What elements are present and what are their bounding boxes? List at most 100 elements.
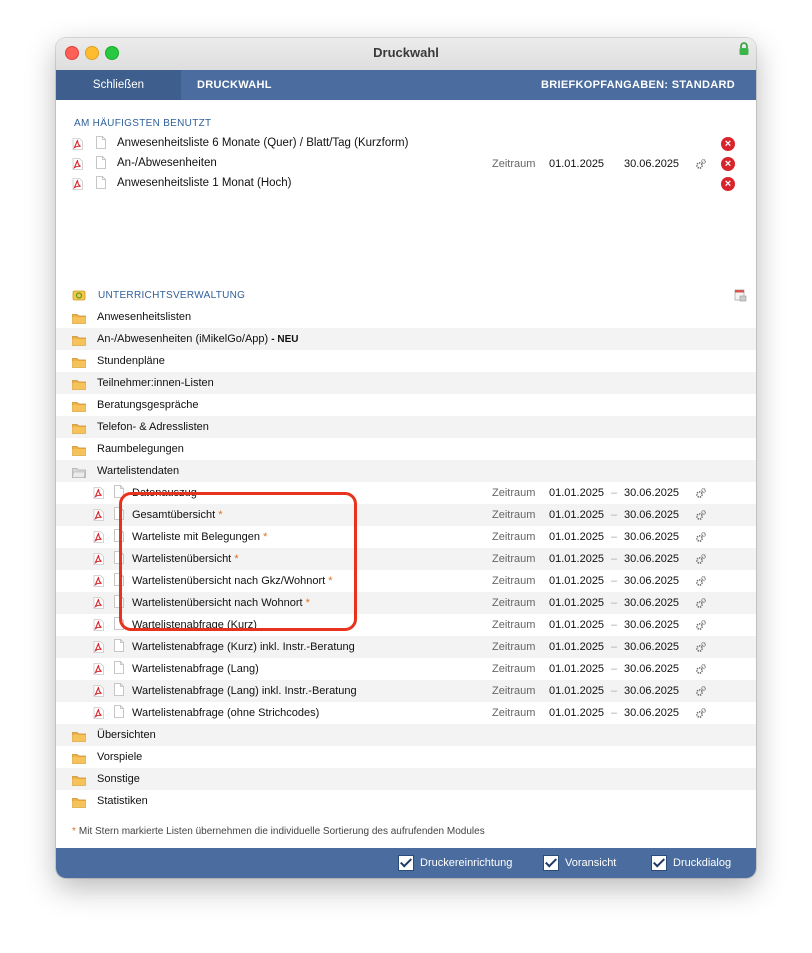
folder-name: Stundenpläne bbox=[97, 355, 165, 367]
report-row[interactable]: Wartelistenabfrage (ohne Strichcodes) Zei… bbox=[56, 702, 756, 724]
checkbox-checked-icon[interactable] bbox=[543, 855, 559, 871]
date-to[interactable]: 30.06.2025 bbox=[624, 641, 679, 653]
date-from[interactable]: 01.01.2025 bbox=[549, 553, 604, 565]
report-row[interactable]: Warteliste mit Belegungen * Zeitraum 01.01… bbox=[56, 526, 756, 548]
date-from[interactable]: 01.01.2025 bbox=[549, 685, 604, 697]
gear-icon[interactable] bbox=[695, 531, 707, 543]
folder-row[interactable]: An-/Abwesenheiten (iMikelGo/App) - NEU bbox=[56, 328, 756, 350]
folder-icon bbox=[72, 421, 86, 439]
date-from[interactable]: 01.01.2025 bbox=[549, 619, 604, 631]
remove-favorite-icon[interactable]: × bbox=[721, 177, 735, 191]
report-row[interactable]: Datenauszug Zeitraum 01.01.2025–30.06.2025 bbox=[56, 482, 756, 504]
calendar-print-icon[interactable] bbox=[733, 288, 747, 302]
folder-row[interactable]: Beratungsgespräche bbox=[56, 394, 756, 416]
folder-row[interactable]: Raumbelegungen bbox=[56, 438, 756, 460]
date-to[interactable]: 30.06.2025 bbox=[624, 663, 679, 675]
favorite-label: Anwesenheitsliste 1 Monat (Hoch) bbox=[117, 177, 292, 189]
date-from[interactable]: 01.01.2025 bbox=[549, 531, 604, 543]
date-to[interactable]: 30.06.2025 bbox=[624, 487, 679, 499]
report-row[interactable]: Wartelistenübersicht * Zeitraum 01.01.2025… bbox=[56, 548, 756, 570]
date-from[interactable]: 01.01.2025 bbox=[549, 597, 604, 609]
date-from[interactable]: 01.01.2025 bbox=[549, 575, 604, 587]
report-row[interactable]: Wartelistenübersicht nach Wohnort * Zeitr… bbox=[56, 592, 756, 614]
folder-icon bbox=[72, 795, 86, 813]
zeitraum-label: Zeitraum bbox=[492, 619, 536, 631]
report-row[interactable]: Gesamtübersicht * Zeitraum 01.01.2025–30.0… bbox=[56, 504, 756, 526]
report-label: Wartelistenübersicht nach Gkz/Wohnort * bbox=[132, 575, 333, 587]
folder-row[interactable]: Statistiken bbox=[56, 790, 756, 812]
gear-icon[interactable] bbox=[695, 158, 707, 170]
date-from[interactable]: 01.01.2025 bbox=[549, 487, 604, 499]
gear-icon[interactable] bbox=[695, 707, 707, 719]
date-from[interactable]: 01.01.2025 bbox=[549, 158, 604, 170]
folder-name: Übersichten bbox=[97, 729, 156, 741]
report-row[interactable]: Wartelistenabfrage (Lang) Zeitraum 01.01.2… bbox=[56, 658, 756, 680]
checkbox-checked-icon[interactable] bbox=[398, 855, 414, 871]
gear-icon[interactable] bbox=[695, 619, 707, 631]
report-row[interactable]: Wartelistenabfrage (Lang) inkl. Instr.-B… bbox=[56, 680, 756, 702]
folder-row[interactable]: Vorspiele bbox=[56, 746, 756, 768]
report-row[interactable]: Wartelistenübersicht nach Gkz/Wohnort * Z… bbox=[56, 570, 756, 592]
date-to[interactable]: 30.06.2025 bbox=[624, 707, 679, 719]
folder-row[interactable]: Wartelistendaten bbox=[56, 460, 756, 482]
gear-icon[interactable] bbox=[695, 553, 707, 565]
date-to[interactable]: 30.06.2025 bbox=[624, 553, 679, 565]
checkbox-checked-icon[interactable] bbox=[651, 855, 667, 871]
zeitraum-label: Zeitraum bbox=[492, 641, 536, 653]
date-to[interactable]: 30.06.2025 bbox=[624, 531, 679, 543]
folder-row[interactable]: Sonstige bbox=[56, 768, 756, 790]
report-row[interactable]: Wartelistenabfrage (Kurz) Zeitraum 01.01.2… bbox=[56, 614, 756, 636]
remove-favorite-icon[interactable]: × bbox=[721, 157, 735, 171]
remove-favorite-icon[interactable]: × bbox=[721, 137, 735, 151]
report-label: Datenauszug bbox=[132, 487, 197, 499]
printer-setup-checkbox[interactable]: Druckereinrichtung bbox=[398, 855, 512, 871]
preview-checkbox[interactable]: Voransicht bbox=[543, 855, 616, 871]
date-from[interactable]: 01.01.2025 bbox=[549, 509, 604, 521]
zeitraum-label: Zeitraum bbox=[492, 663, 536, 675]
pdf-icon bbox=[93, 486, 104, 504]
print-dialog-checkbox[interactable]: Druckdialog bbox=[651, 855, 731, 871]
report-name: Gesamtübersicht bbox=[132, 509, 216, 521]
folder-label: Vorspiele bbox=[97, 751, 142, 763]
favorite-item[interactable]: Anwesenheitsliste 6 Monate (Quer) / Blat… bbox=[56, 134, 756, 154]
report-label: Wartelistenabfrage (ohne Strichcodes) bbox=[132, 707, 319, 719]
folder-row[interactable]: Anwesenheitslisten bbox=[56, 306, 756, 328]
folder-row[interactable]: Telefon- & Adresslisten bbox=[56, 416, 756, 438]
date-to[interactable]: 30.06.2025 bbox=[624, 619, 679, 631]
report-name: Wartelistenabfrage (Lang) inkl. Instr.-B… bbox=[132, 685, 357, 697]
letterhead-setting[interactable]: BRIEFKOPFANGABEN: STANDARD bbox=[541, 79, 735, 91]
document-icon bbox=[114, 507, 124, 525]
pdf-icon bbox=[72, 177, 83, 195]
date-to[interactable]: 30.06.2025 bbox=[624, 575, 679, 587]
gear-icon[interactable] bbox=[695, 487, 707, 499]
date-to[interactable]: 30.06.2025 bbox=[624, 597, 679, 609]
document-icon bbox=[96, 156, 106, 174]
date-from[interactable]: 01.01.2025 bbox=[549, 641, 604, 653]
date-from[interactable]: 01.01.2025 bbox=[549, 663, 604, 675]
close-button[interactable]: Schließen bbox=[56, 70, 181, 100]
folder-row[interactable]: Übersichten bbox=[56, 724, 756, 746]
favorite-item[interactable]: An-/Abwesenheiten Zeitraum 01.01.2025 30.06… bbox=[56, 154, 756, 174]
date-separator: – bbox=[611, 531, 618, 543]
unterricht-heading: UNTERRICHTSVERWALTUNG bbox=[98, 290, 246, 301]
folder-row[interactable]: Stundenpläne bbox=[56, 350, 756, 372]
date-from[interactable]: 01.01.2025 bbox=[549, 707, 604, 719]
gear-icon[interactable] bbox=[695, 685, 707, 697]
document-icon bbox=[114, 705, 124, 723]
gear-icon[interactable] bbox=[695, 575, 707, 587]
date-to[interactable]: 30.06.2025 bbox=[624, 685, 679, 697]
gear-icon[interactable] bbox=[695, 641, 707, 653]
report-name: Wartelistenübersicht nach Gkz/Wohnort bbox=[132, 575, 326, 587]
gear-icon[interactable] bbox=[695, 597, 707, 609]
report-row[interactable]: Wartelistenabfrage (Kurz) inkl. Instr.-B… bbox=[56, 636, 756, 658]
gear-icon[interactable] bbox=[695, 509, 707, 521]
report-name: Wartelistenübersicht nach Wohnort bbox=[132, 597, 303, 609]
report-label: Wartelistenübersicht nach Wohnort * bbox=[132, 597, 310, 609]
date-to[interactable]: 30.06.2025 bbox=[624, 509, 679, 521]
gear-icon[interactable] bbox=[695, 663, 707, 675]
report-label: Gesamtübersicht * bbox=[132, 509, 223, 521]
date-to[interactable]: 30.06.2025 bbox=[624, 158, 679, 170]
folder-row[interactable]: Teilnehmer:innen-Listen bbox=[56, 372, 756, 394]
favorite-item[interactable]: Anwesenheitsliste 1 Monat (Hoch) × bbox=[56, 174, 756, 194]
document-icon bbox=[114, 683, 124, 701]
